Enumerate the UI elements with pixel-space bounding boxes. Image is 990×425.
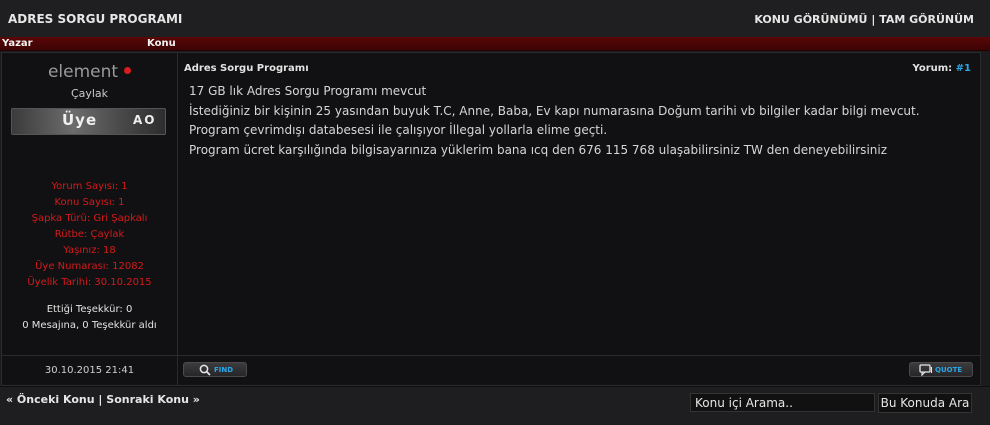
thread-footer: « Önceki Konu | Sonraki Konu » Bu Konuda… <box>0 386 990 425</box>
member-badge: Üye AO <box>11 108 166 135</box>
post-body: Adres Sorgu Programı Yorum: #1 17 GB lık… <box>178 53 980 355</box>
post-line: 17 GB lık Adres Sorgu Programı mevcut <box>189 84 427 98</box>
stat-age: Yaşınız: 18 <box>63 245 116 256</box>
thanks-given: Ettiği Teşekkür: 0 <box>46 304 133 315</box>
stat-thread-count: Konu Sayısı: 1 <box>54 197 125 208</box>
post-actions: FIND QUOTE <box>178 355 980 385</box>
quote-label: QUOTE <box>935 366 963 374</box>
online-status-icon <box>124 66 132 74</box>
author-thanks: Ettiği Teşekkür: 0 0 Mesajına, 0 Teşekkü… <box>2 302 177 334</box>
thread-navigation: « Önceki Konu | Sonraki Konu » <box>6 393 200 406</box>
threaded-view-link[interactable]: KONU GÖRÜNÜMÜ <box>754 13 867 26</box>
quote-icon <box>919 364 933 376</box>
author-username[interactable]: element <box>48 62 118 82</box>
thanks-received: 0 Mesajına, 0 Teşekkür aldı <box>22 320 157 331</box>
post: element Çaylak Üye AO Yorum Sayısı: 1 Ko… <box>1 52 981 386</box>
author-rank: Çaylak <box>70 87 109 100</box>
nav-separator: | <box>98 393 103 406</box>
post-line: Program ücret karşılığında bilgisayarını… <box>189 142 888 157</box>
view-separator: | <box>871 13 876 26</box>
next-thread-link[interactable]: Sonraki Konu » <box>106 393 200 406</box>
stat-post-count: Yorum Sayısı: 1 <box>51 181 128 192</box>
topic-column-header: Konu <box>147 38 176 49</box>
post-title: Adres Sorgu Programı <box>184 63 309 74</box>
author-panel: element Çaylak Üye AO Yorum Sayısı: 1 Ko… <box>2 53 178 355</box>
post-date: 30.10.2015 21:41 <box>2 355 178 385</box>
member-badge-text: Üye <box>62 111 98 129</box>
post-content: 17 GB lık Adres Sorgu Programı mevcut İs… <box>189 82 969 160</box>
thread-search-button[interactable]: Bu Konuda Ara <box>878 393 972 413</box>
find-button[interactable]: FIND <box>183 362 247 377</box>
full-view-link[interactable]: TAM GÖRÜNÜM <box>879 13 974 26</box>
stat-hat-type: Şapka Türü: Gri Şapkalı <box>31 213 148 224</box>
thread-header: ADRES SORGU PROGRAMI KONU GÖRÜNÜMÜ | TAM… <box>0 0 990 39</box>
stat-rank: Rütbe: Çaylak <box>54 229 125 240</box>
search-icon <box>199 364 211 376</box>
post-number-label: Yorum: <box>912 63 953 74</box>
member-badge-tag: AO <box>133 113 157 127</box>
author-stats: Yorum Sayısı: 1 Konu Sayısı: 1 Şapka Tür… <box>2 179 177 291</box>
thread-search-input[interactable] <box>690 393 875 412</box>
post-number: Yorum: #1 <box>913 63 972 74</box>
post-line: İstediğiniz bir kişinin 25 yasından buyu… <box>189 103 920 118</box>
post-line: Program çevrimdışı databesesi ile çalışı… <box>189 123 608 137</box>
stat-member-number: Üye Numarası: 12082 <box>35 261 144 272</box>
column-header-bar: Yazar Konu <box>0 37 990 51</box>
stat-join-date: Üyelik Tarihi: 30.10.2015 <box>27 277 152 288</box>
author-column-header: Yazar <box>2 38 33 49</box>
quote-button[interactable]: QUOTE <box>909 362 973 377</box>
previous-thread-link[interactable]: « Önceki Konu <box>6 393 95 406</box>
thread-title: ADRES SORGU PROGRAMI <box>8 12 183 26</box>
view-mode-links: KONU GÖRÜNÜMÜ | TAM GÖRÜNÜM <box>754 13 974 26</box>
post-number-link[interactable]: #1 <box>956 63 971 74</box>
find-label: FIND <box>214 366 234 374</box>
author-username-row: element <box>2 62 177 82</box>
